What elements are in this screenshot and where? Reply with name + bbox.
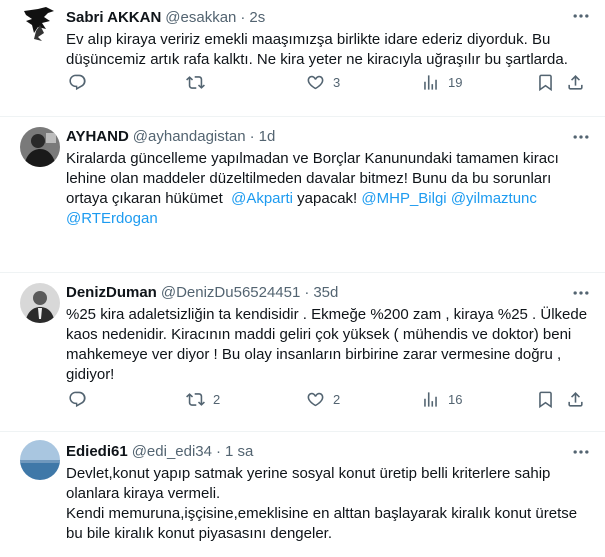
bookmark-button[interactable] bbox=[536, 73, 555, 92]
avatar[interactable] bbox=[20, 127, 60, 167]
like-button[interactable]: 3 bbox=[306, 73, 340, 92]
reply-button[interactable] bbox=[68, 390, 95, 409]
tweet-text: %25 kira adaletsizliğin ta kendisidir . … bbox=[66, 306, 592, 383]
share-button[interactable] bbox=[566, 73, 585, 92]
reply-icon bbox=[69, 391, 86, 407]
tweet[interactable]: DenizDuman @DenizDu56524451 · 35d %25 ki… bbox=[0, 273, 605, 432]
reply-button[interactable] bbox=[68, 73, 95, 92]
timestamp[interactable]: 2s bbox=[249, 8, 265, 28]
like-button[interactable]: 2 bbox=[306, 390, 340, 409]
sea-avatar-icon bbox=[20, 440, 60, 480]
share-icon bbox=[568, 391, 583, 407]
retweet-icon bbox=[186, 392, 205, 406]
author-name[interactable]: DenizDuman bbox=[66, 283, 157, 303]
share-icon bbox=[568, 74, 583, 90]
views-button[interactable]: 19 bbox=[421, 73, 462, 92]
heart-icon bbox=[307, 75, 324, 89]
heart-icon bbox=[307, 392, 324, 406]
author-handle[interactable]: @esakkan bbox=[165, 8, 236, 28]
views-chart-icon bbox=[424, 74, 437, 90]
like-count: 2 bbox=[333, 391, 341, 407]
tweet[interactable]: AYHAND @ayhandagistan · 1d Kiralarda gün… bbox=[0, 117, 605, 273]
timestamp[interactable]: 35d bbox=[313, 283, 338, 303]
author-name[interactable]: Ediedi61 bbox=[66, 442, 128, 462]
tweet-text: Devlet,konut yapıp satmak yerine sosyal … bbox=[66, 465, 578, 542]
author-handle[interactable]: @edi_edi34 bbox=[132, 442, 212, 462]
tweet[interactable]: Ediedi61 @edi_edi34 · 1 sa Devlet,konut … bbox=[0, 432, 605, 557]
mention-link[interactable]: @RTErdogan bbox=[66, 210, 158, 227]
mention-link[interactable]: @yilmaztunc bbox=[451, 190, 537, 207]
retweet-count: 2 bbox=[213, 391, 221, 407]
separator-dot: · bbox=[304, 284, 310, 301]
view-count: 16 bbox=[448, 391, 463, 407]
more-options-icon[interactable] bbox=[571, 127, 591, 147]
more-options-icon[interactable] bbox=[571, 6, 591, 26]
reply-icon bbox=[69, 74, 86, 90]
retweet-button[interactable] bbox=[186, 73, 213, 92]
separator-dot: · bbox=[240, 9, 246, 26]
timestamp[interactable]: 1 sa bbox=[225, 442, 253, 462]
views-chart-icon bbox=[424, 391, 437, 407]
author-name[interactable]: Sabri AKKAN bbox=[66, 8, 161, 28]
author-name[interactable]: AYHAND bbox=[66, 127, 129, 147]
mention-link[interactable]: @MHP_Bilgi bbox=[361, 190, 446, 207]
avatar[interactable] bbox=[20, 3, 60, 43]
share-button[interactable] bbox=[566, 390, 585, 409]
like-count: 3 bbox=[333, 74, 341, 90]
retweet-icon bbox=[186, 75, 205, 89]
more-options-icon[interactable] bbox=[571, 442, 591, 462]
more-options-icon[interactable] bbox=[571, 283, 591, 303]
author-handle[interactable]: @ayhandagistan bbox=[133, 127, 246, 147]
person-avatar-icon bbox=[20, 127, 60, 167]
tweet-text: Kiralarda güncelleme yapılmadan ve Borçl… bbox=[66, 149, 591, 229]
tweet-text-part: yapacak! bbox=[293, 190, 362, 207]
author-handle[interactable]: @DenizDu56524451 bbox=[161, 283, 301, 303]
avatar[interactable] bbox=[20, 440, 60, 480]
avatar[interactable] bbox=[20, 283, 60, 323]
timestamp[interactable]: 1d bbox=[259, 127, 276, 147]
separator-dot: · bbox=[216, 443, 221, 460]
tweet[interactable]: Sabri AKKAN @esakkan · 2s Ev alıp kiraya… bbox=[0, 0, 605, 117]
tweet-text: Ev alıp kiraya veririz emekli maaşımızşa… bbox=[66, 31, 568, 68]
bookmark-icon bbox=[539, 391, 552, 408]
bookmark-button[interactable] bbox=[536, 390, 555, 409]
bookmark-icon bbox=[539, 74, 552, 91]
eagle-avatar-icon bbox=[20, 3, 60, 43]
separator-dot: · bbox=[249, 128, 255, 145]
person-avatar-icon bbox=[20, 283, 60, 323]
mention-link[interactable]: @Akparti bbox=[231, 190, 293, 207]
retweet-button[interactable]: 2 bbox=[186, 390, 220, 409]
view-count: 19 bbox=[448, 74, 463, 90]
views-button[interactable]: 16 bbox=[421, 390, 462, 409]
